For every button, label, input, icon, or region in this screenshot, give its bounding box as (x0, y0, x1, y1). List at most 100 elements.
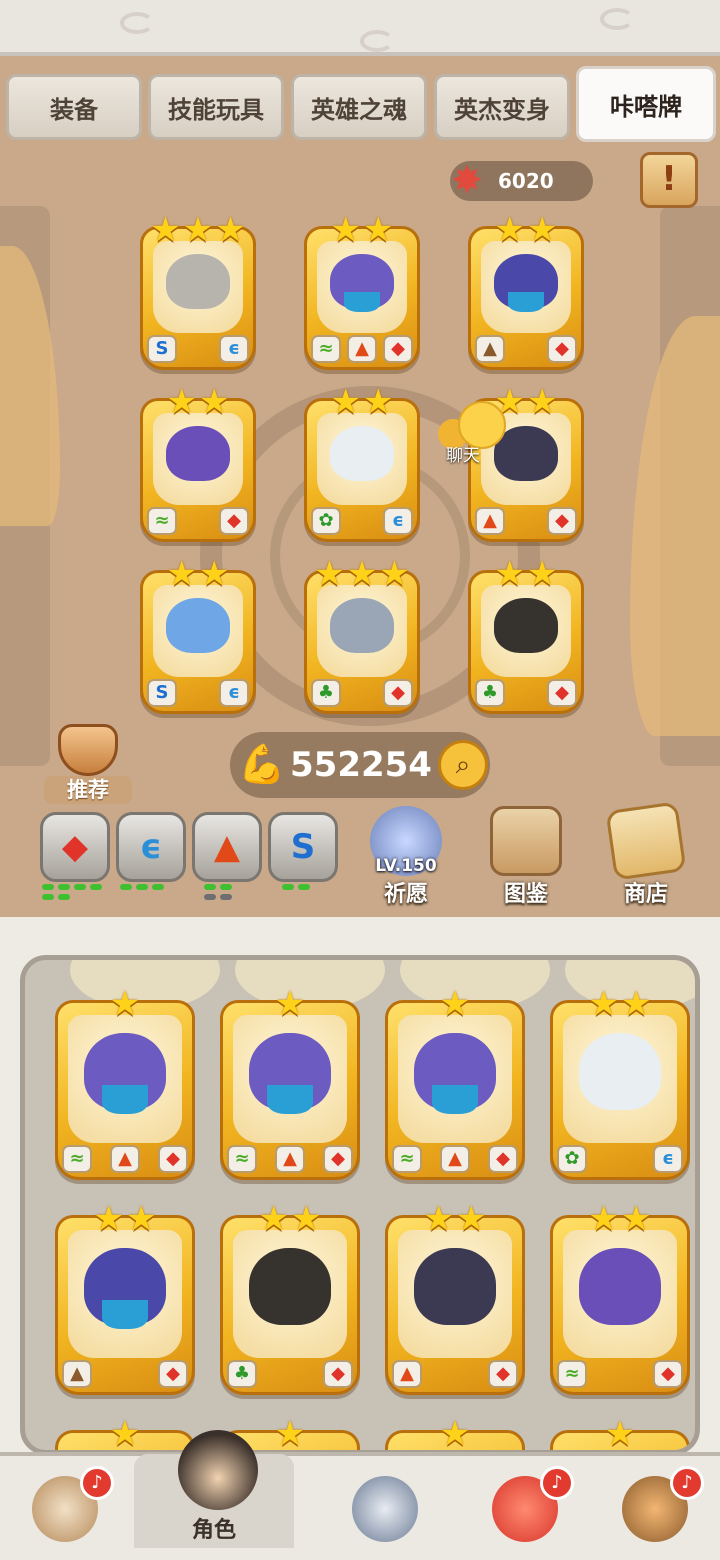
card-art (317, 413, 407, 505)
earth-icon: ▲ (62, 1360, 92, 1388)
earth-icon: ▲ (475, 335, 505, 363)
card-art (398, 1230, 512, 1358)
wish-button[interactable]: LV.150 祈愿 (358, 802, 454, 912)
quest-scroll-button[interactable]: ! (640, 152, 698, 208)
card-stars: ★ ★ (494, 554, 558, 594)
mountain-icon: ▲ (110, 1145, 140, 1173)
card-deck-panel: ★ ≈ ▲ ◆ ★ ≈ ▲ ◆ ★ ≈ ▲ ◆ ★ ★ ✿ ϵ ★ ★ ▲ ◆ ★ ★ ♣ ◆ (20, 955, 700, 1455)
mountain-filter-button[interactable]: ▲ (192, 812, 262, 882)
wind-icon: ϵ (653, 1145, 683, 1173)
chat-button[interactable]: 聊天 (436, 401, 506, 471)
star-currency-value: 6020 (498, 169, 554, 193)
card-art (317, 585, 407, 677)
search-icon[interactable]: ⌕ (438, 740, 488, 790)
grass-icon: ≈ (227, 1145, 257, 1173)
card-stars: ★ (604, 1414, 636, 1454)
starfish-icon: ✸ (451, 158, 483, 202)
bottom-nav: ♪ 角色 ♪ ♪ (0, 1430, 720, 1560)
water-filter-button[interactable]: S (268, 812, 338, 882)
rock-icon: ◆ (383, 679, 413, 707)
star-currency: ✸ 6020 (450, 159, 593, 201)
rock-icon: ◆ (323, 1145, 353, 1173)
card-art (481, 241, 571, 333)
deck-card[interactable]: ★ ≈ ▲ ◆ (55, 987, 195, 1180)
recommend-label: 推荐 (44, 776, 132, 804)
card-art (153, 413, 243, 505)
card-collection-panel: 装备 技能玩具 英雄之魂 英杰变身 咔嗒牌 ✸ 6020 ! ★ ★ ★ Sϵ ★ ★… (0, 52, 720, 917)
wind-icon: ϵ (219, 335, 249, 363)
card-stars: ★ ★ ★ (314, 554, 410, 594)
creature-card[interactable]: ★ ★ ≈ ◆ (140, 385, 256, 542)
creature-card[interactable]: ★ ★ ✿ ϵ (304, 385, 420, 542)
shop-button[interactable]: 商店 (598, 801, 694, 912)
deck-card[interactable]: ★ ★ ≈ ◆ (550, 1202, 690, 1395)
rock-filter-button[interactable]: ◆ (40, 812, 110, 882)
card-art (481, 585, 571, 677)
card-stars: ★ (109, 984, 141, 1024)
rock-icon: ◆ (488, 1145, 518, 1173)
codex-button[interactable]: 图鉴 (478, 802, 574, 912)
deck-card[interactable]: ★ ★ ▲ ◆ (385, 1202, 525, 1395)
creature-card[interactable]: ★ ★ ★ ♣ ◆ (304, 557, 420, 714)
nav-character-label: 角色 (191, 1518, 236, 1543)
recommend-button[interactable]: 推荐 (44, 724, 132, 806)
tab-skill-toys[interactable]: 技能玩具 (148, 74, 284, 140)
deck-card[interactable]: ★ ★ ▲ ◆ (55, 1202, 195, 1395)
tab-hero-transform[interactable]: 英杰变身 (434, 74, 570, 140)
wish-level: LV.150 (375, 856, 437, 876)
tree-icon: ♣ (227, 1360, 257, 1388)
card-stars: ★ (109, 1414, 141, 1454)
swirl-decoration (360, 30, 394, 52)
deck-card[interactable]: ★ ≈ ▲ ◆ (385, 987, 525, 1180)
tree-icon: ♣ (475, 679, 505, 707)
sword-shield-icon (352, 1476, 418, 1542)
wind-filter-button[interactable]: ϵ (116, 812, 186, 882)
grass-icon: ≈ (392, 1145, 422, 1173)
card-art (68, 1230, 182, 1358)
rock-icon: ◆ (653, 1360, 683, 1388)
flexed-arm-icon: 💪 (238, 742, 286, 786)
deck-card[interactable]: ★ ≈ ▲ ◆ (220, 987, 360, 1180)
creature-card[interactable]: ★ ★ ≈ ▲ ◆ (304, 213, 420, 370)
swirl-decoration (120, 12, 154, 34)
deck-card[interactable]: ★ ★ ✿ ϵ (550, 987, 690, 1180)
power-value: 552254 (290, 745, 432, 785)
nav-pet[interactable]: ♪ (470, 1466, 580, 1560)
rock-icon: ◆ (547, 335, 577, 363)
nav-tiki[interactable]: ♪ (600, 1466, 710, 1560)
card-stars: ★ ★ (330, 210, 394, 250)
card-stars: ★ ★ (258, 1199, 322, 1239)
hero-icon (178, 1430, 258, 1510)
nav-character[interactable]: 角色 (134, 1430, 294, 1548)
card-art (233, 1230, 347, 1358)
card-art (563, 1230, 677, 1358)
leaf-decoration (630, 316, 720, 736)
rock-icon: ◆ (383, 335, 413, 363)
rock-icon: ◆ (488, 1360, 518, 1388)
card-stars: ★ ★ (93, 1199, 157, 1239)
notification-bell-icon: ♪ (540, 1466, 574, 1500)
nav-caveman[interactable]: ♪ (10, 1466, 120, 1560)
rock-icon: ◆ (547, 679, 577, 707)
creature-card[interactable]: ★ ★ ♣ ◆ (468, 557, 584, 714)
swirl-decoration (600, 8, 634, 30)
mountain-icon: ▲ (275, 1145, 305, 1173)
tab-kada-cards[interactable]: 咔嗒牌 (576, 66, 716, 142)
card-stars: ★ ★ (166, 554, 230, 594)
wind-icon: ϵ (383, 507, 413, 535)
grass-icon: ≈ (147, 507, 177, 535)
codex-label: 图鉴 (503, 882, 548, 907)
tab-hero-soul[interactable]: 英雄之魂 (291, 74, 427, 140)
card-art (398, 1015, 512, 1143)
game-screen: { "tabs": [ {"label": "装备"}, {"label": "… (0, 0, 720, 1560)
tab-equipment[interactable]: 装备 (6, 74, 142, 140)
cards-hand-icon (605, 801, 687, 881)
creature-card[interactable]: ★ ★ ★ Sϵ (140, 213, 256, 370)
tree-icon: ♣ (311, 679, 341, 707)
wish-label: 祈愿 (383, 882, 428, 907)
creature-card[interactable]: ★ ★ ▲ ◆ (468, 213, 584, 370)
creature-card[interactable]: ★ ★ Sϵ (140, 557, 256, 714)
nav-battle[interactable] (330, 1470, 440, 1560)
chat-label: 聊天 (446, 446, 480, 466)
deck-card[interactable]: ★ ★ ♣ ◆ (220, 1202, 360, 1395)
